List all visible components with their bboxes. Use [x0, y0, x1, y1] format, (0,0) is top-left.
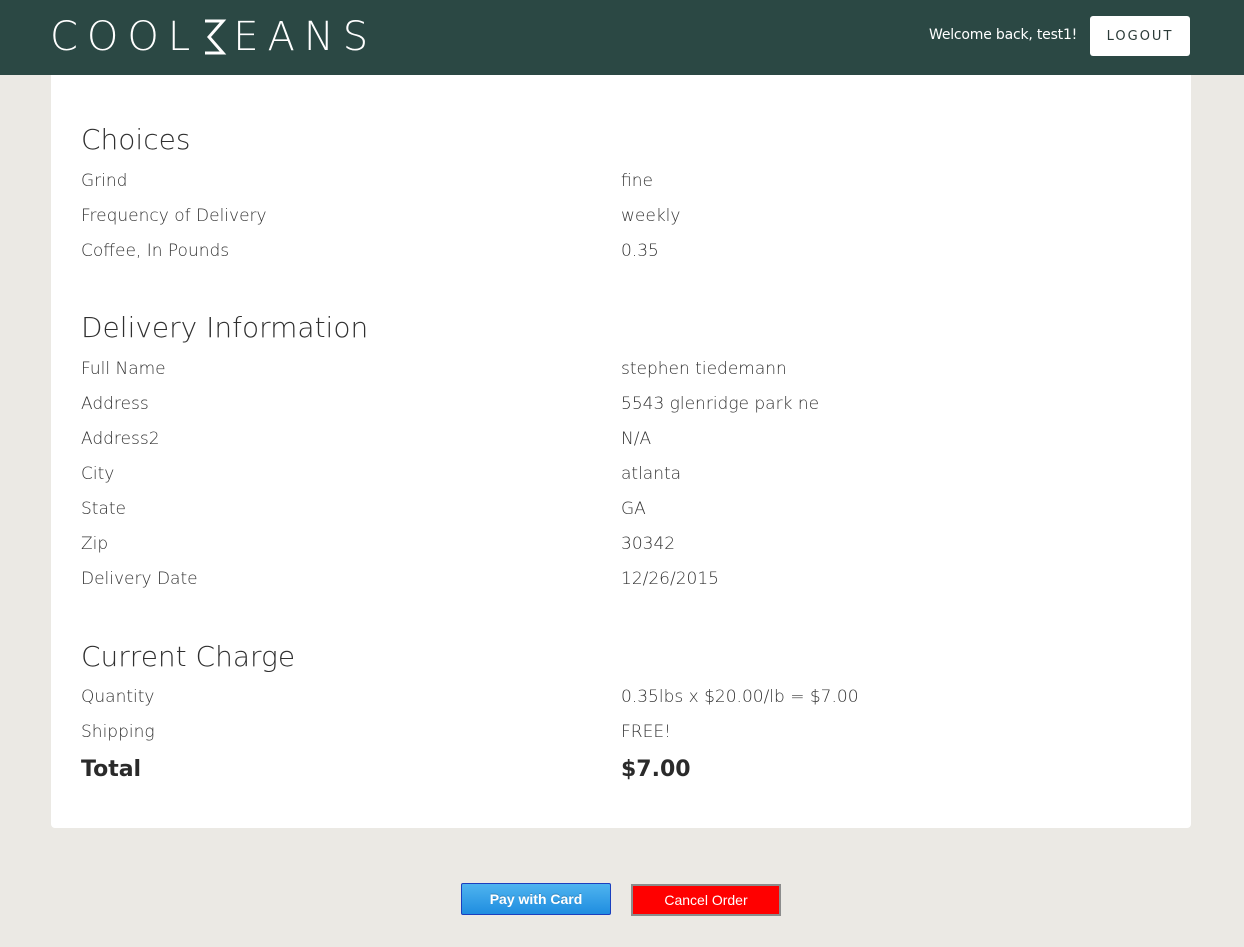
frequency-label: Frequency of Delivery: [81, 206, 267, 226]
frequency-value: weekly: [621, 206, 681, 226]
full-name-value: stephen tiedemann: [621, 359, 787, 379]
zip-label: Zip: [81, 534, 109, 554]
logo-wordmark: COOL EANS: [50, 14, 378, 60]
delivery-information-title: Delivery Information: [81, 311, 369, 344]
quantity-label: Quantity: [81, 687, 155, 707]
full-name-label: Full Name: [81, 359, 166, 379]
state-value: GA: [621, 499, 646, 519]
top-navigation-bar: COOL EANS Welcome back, test1! LOGOUT: [0, 0, 1244, 75]
cancel-order-button[interactable]: Cancel Order: [631, 884, 781, 916]
address-value: 5543 glenridge park ne: [621, 394, 820, 414]
logout-button[interactable]: LOGOUT: [1090, 16, 1190, 56]
choices-title: Choices: [81, 123, 191, 156]
delivery-date-value: 12/26/2015: [621, 569, 719, 589]
city-label: City: [81, 464, 115, 484]
address-label: Address: [81, 394, 149, 414]
coffee-pounds-label: Coffee, In Pounds: [81, 241, 230, 261]
address2-value: N/A: [621, 429, 652, 449]
pay-with-card-button[interactable]: Pay with Card: [461, 883, 611, 915]
zip-value: 30342: [621, 534, 676, 554]
current-charge-title: Current Charge: [81, 640, 296, 673]
address2-label: Address2: [81, 429, 160, 449]
shipping-label: Shipping: [81, 722, 155, 742]
coffee-pounds-value: 0.35: [621, 241, 659, 261]
state-label: State: [81, 499, 126, 519]
shipping-value: FREE!: [621, 722, 671, 742]
logo-b-glyph-icon: [205, 19, 227, 55]
city-value: atlanta: [621, 464, 682, 484]
quantity-value: 0.35lbs x $20.00/lb = $7.00: [621, 687, 859, 707]
coolbeans-logo[interactable]: COOL EANS: [50, 12, 377, 62]
grind-label: Grind: [81, 171, 128, 191]
total-label: Total: [81, 757, 142, 782]
order-summary-card: Choices Grind fine Frequency of Delivery…: [51, 75, 1191, 828]
grind-value: fine: [621, 171, 653, 191]
welcome-message: Welcome back, test1!: [929, 27, 1078, 43]
delivery-date-label: Delivery Date: [81, 569, 198, 589]
total-value: $7.00: [621, 757, 691, 782]
